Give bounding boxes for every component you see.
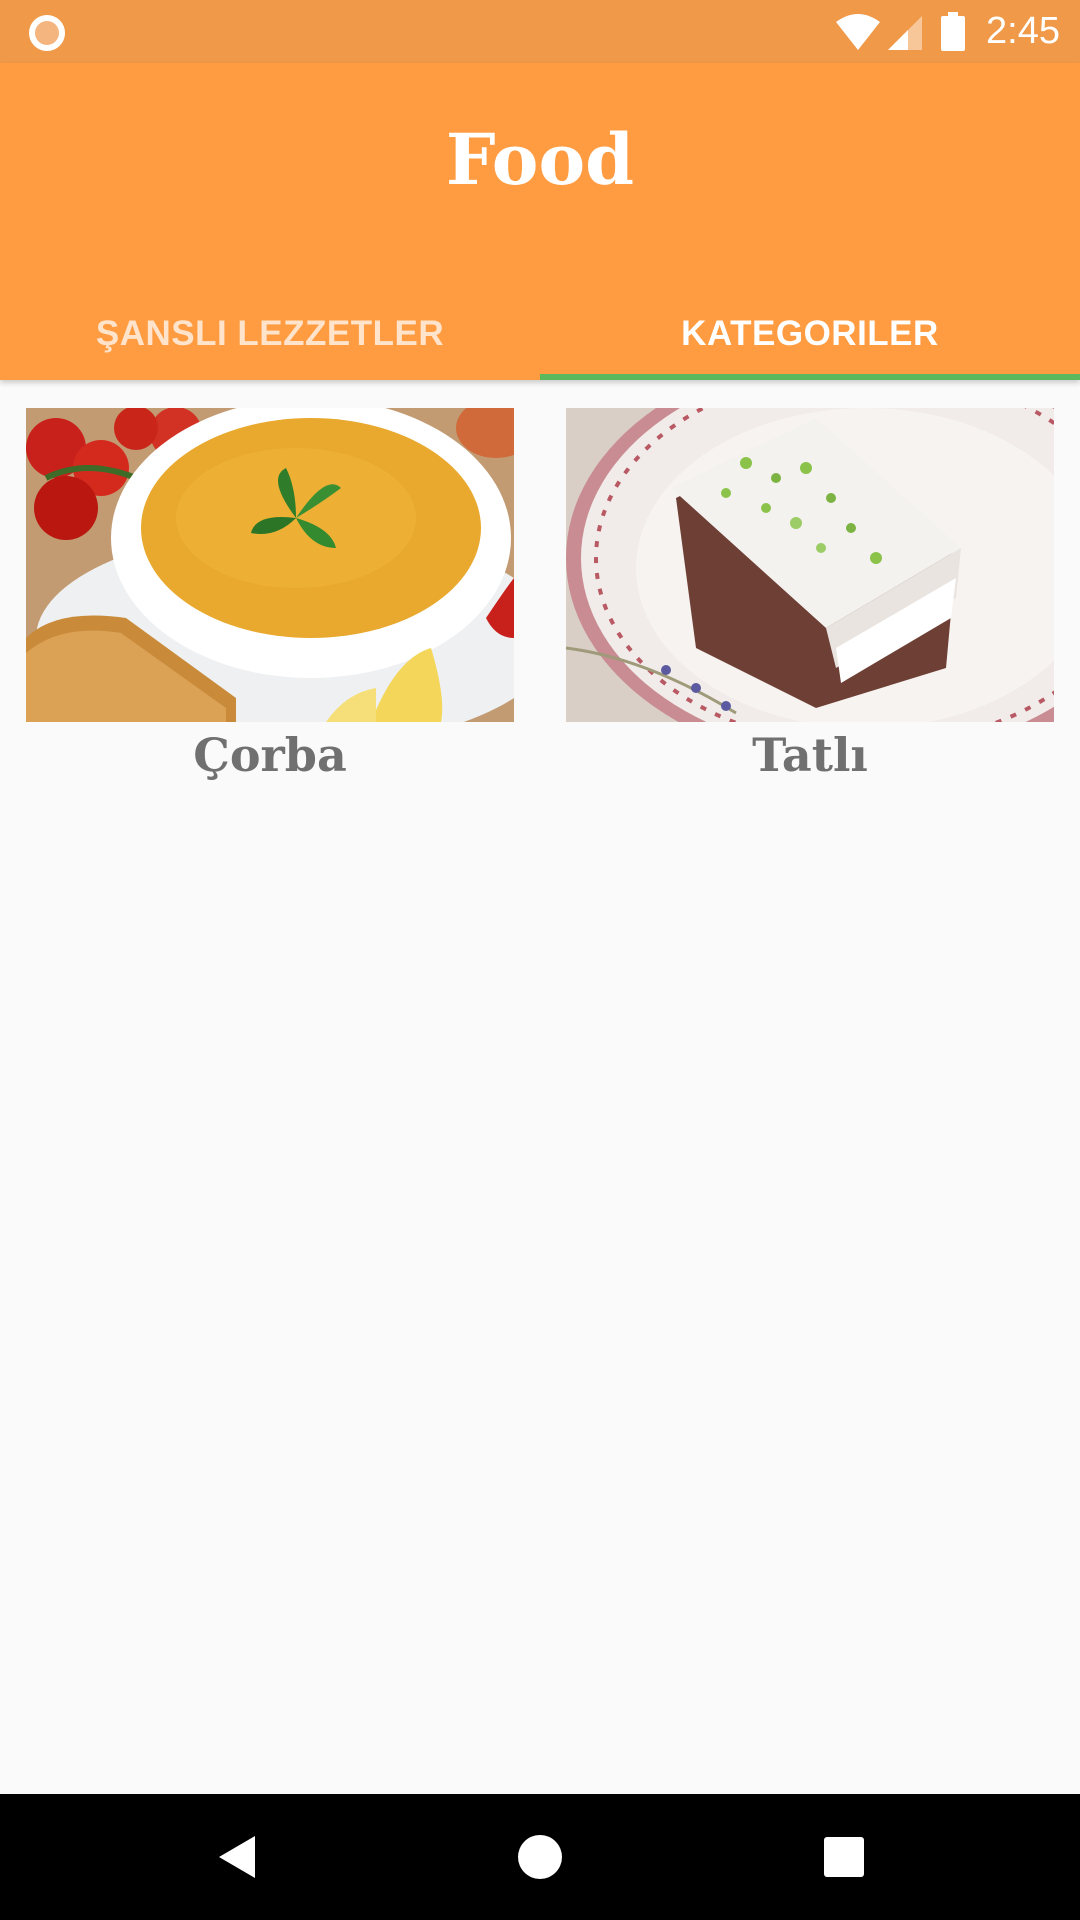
tab-sansli-lezzetler[interactable]: ŞANSLI LEZZETLER — [0, 288, 540, 380]
tab-indicator — [540, 374, 1080, 380]
tab-label: KATEGORILER — [681, 314, 939, 353]
category-card-tatli[interactable]: Tatlı — [566, 408, 1054, 782]
soup-image — [26, 408, 514, 722]
tab-kategoriler[interactable]: KATEGORILER — [540, 288, 1080, 380]
notification-ring-icon — [29, 15, 65, 51]
home-icon[interactable] — [515, 1832, 565, 1882]
back-icon[interactable] — [211, 1832, 261, 1882]
status-icons: 2:45 — [834, 0, 1060, 63]
navigation-bar — [0, 1794, 1080, 1920]
category-label: Çorba — [193, 728, 347, 782]
app-bar: Food ŞANSLI LEZZETLER KATEGORILER — [0, 63, 1080, 380]
signal-icon — [888, 15, 923, 50]
tab-label: ŞANSLI LEZZETLER — [95, 314, 445, 353]
app-title: Food — [445, 118, 635, 201]
screen: 2:45 Food ŞANSLI LEZZETLER KATEGORILER Ç… — [0, 0, 1080, 1920]
battery-icon — [941, 11, 966, 51]
category-label: Tatlı — [752, 728, 868, 782]
wifi-icon — [836, 13, 881, 50]
tab-bar: ŞANSLI LEZZETLER KATEGORILER — [0, 288, 1080, 380]
status-bar: 2:45 — [0, 0, 1080, 63]
category-card-corba[interactable]: Çorba — [26, 408, 514, 782]
status-time: 2:45 — [986, 10, 1060, 52]
dessert-image — [566, 408, 1054, 722]
recents-icon[interactable] — [819, 1832, 869, 1882]
